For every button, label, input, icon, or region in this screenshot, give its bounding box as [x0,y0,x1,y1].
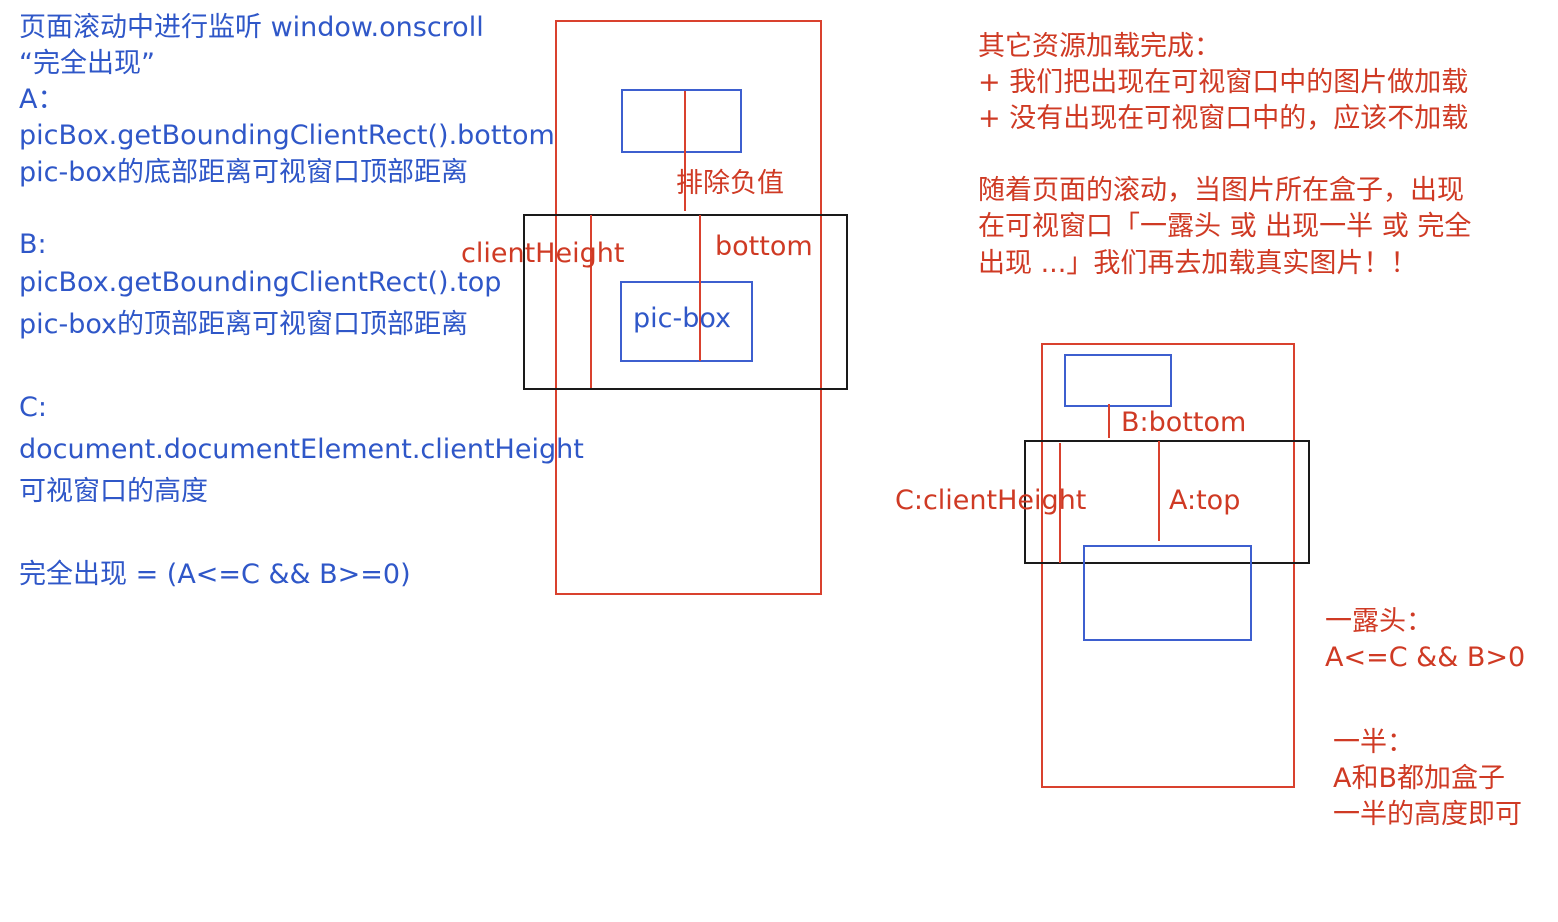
c-client-height-label: C:clientHeight [895,485,1087,516]
half-note-line1: A和B都加盒子 [1333,763,1505,794]
fully-visible-title: “完全出现” [19,48,155,79]
bottom-line-1 [699,215,701,361]
a-label: A： [19,84,65,115]
box-above-viewport-2 [1064,354,1172,407]
b-expression: picBox.getBoundingClientRect().top [19,267,502,298]
c-label: C: [19,392,47,423]
peek-title: 一露头： [1325,606,1433,637]
peek-expression: A<=C && B>0 [1325,642,1526,673]
load-visible-note: + 我们把出现在可视窗口中的图片做加载 [978,67,1469,98]
b-description: pic-box的顶部距离可视窗口顶部距离 [19,309,469,340]
pic-box-label: pic-box [633,303,732,334]
b-bottom-line [1108,404,1110,438]
bottom-label-1: bottom [715,231,813,262]
skip-invisible-note: + 没有出现在可视窗口中的，应该不加载 [978,103,1469,134]
box-above-viewport-1 [621,89,742,153]
scroll-note-line2: 在可视窗口「一露头 或 出现一半 或 完全 [978,211,1472,242]
half-title: 一半： [1333,727,1414,758]
fully-visible-formula: 完全出现 = (A<=C && B>=0) [19,559,411,590]
c-description: 可视窗口的高度 [19,476,208,507]
c-expression: document.documentElement.clientHeight [19,434,584,465]
a-top-line [1158,441,1160,541]
scroll-note-line3: 出现 ...」我们再去加载真实图片！！ [978,248,1418,279]
a-top-label: A:top [1169,485,1241,516]
pic-box-rect-2 [1083,545,1252,641]
exclude-negative-label: 排除负值 [676,168,784,199]
b-bottom-label: B:bottom [1121,407,1247,438]
scroll-listen-note: 页面滚动中进行监听 window.onscroll [19,12,484,43]
a-description: pic-box的底部距离可视窗口顶部距离 [19,157,469,188]
b-label: B: [19,229,47,260]
a-expression: picBox.getBoundingClientRect().bottom [19,120,555,151]
scroll-note-line1: 随着页面的滚动，当图片所在盒子，出现 [978,175,1464,206]
half-note-line2: 一半的高度即可 [1333,799,1522,830]
resources-loaded-title: 其它资源加载完成： [978,31,1221,62]
